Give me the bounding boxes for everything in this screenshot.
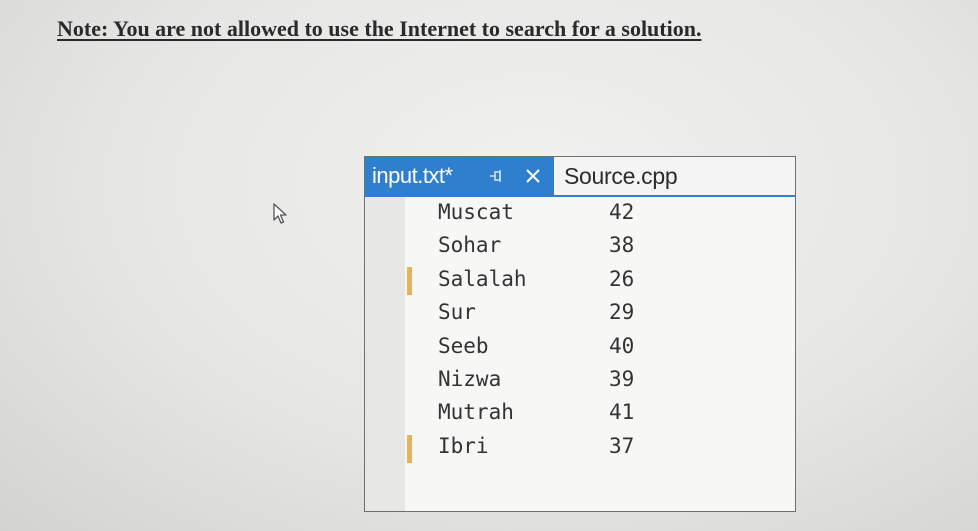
tab-input-txt[interactable]: input.txt* xyxy=(365,157,554,195)
city-name: Nizwa xyxy=(438,366,502,391)
city-name: Seeb xyxy=(438,333,489,358)
city-value: 39 xyxy=(609,366,635,391)
code-area[interactable]: Muscat 42 Sohar 38 Salalah 26 Sur 29 See… xyxy=(365,200,795,467)
code-line: Salalah 26 xyxy=(365,267,795,300)
code-line: Sur 29 xyxy=(365,300,795,333)
code-line: Ibri 37 xyxy=(365,434,795,467)
city-value: 29 xyxy=(609,300,635,325)
mouse-pointer-icon xyxy=(273,203,287,224)
code-line: Nizwa 39 xyxy=(365,367,795,400)
editor-window: input.txt* Source.cpp Muscat 42 Sohar 38 xyxy=(364,156,796,512)
city-name: Mutrah xyxy=(438,400,514,425)
pin-icon[interactable] xyxy=(487,167,505,185)
tab-label: Source.cpp xyxy=(564,162,678,189)
close-icon[interactable] xyxy=(523,166,543,186)
city-value: 37 xyxy=(609,433,635,458)
code-line: Muscat 42 xyxy=(365,200,795,233)
tab-label: input.txt* xyxy=(372,163,453,188)
code-line: Mutrah 41 xyxy=(365,400,795,433)
city-name: Sohar xyxy=(438,233,502,258)
city-name: Ibri xyxy=(438,433,489,458)
city-name: Salalah xyxy=(438,266,527,291)
city-value: 42 xyxy=(609,200,635,224)
city-value: 26 xyxy=(609,266,635,291)
city-value: 41 xyxy=(609,400,635,425)
city-value: 40 xyxy=(609,333,635,358)
code-line: Sohar 38 xyxy=(365,233,795,266)
note-heading: Note: You are not allowed to use the Int… xyxy=(57,16,702,41)
city-value: 38 xyxy=(609,233,635,258)
code-line: Seeb 40 xyxy=(365,334,795,367)
tab-source-cpp[interactable]: Source.cpp xyxy=(557,157,678,195)
city-name: Muscat xyxy=(438,200,514,224)
tab-bar: input.txt* Source.cpp xyxy=(365,157,795,197)
city-name: Sur xyxy=(438,300,476,325)
